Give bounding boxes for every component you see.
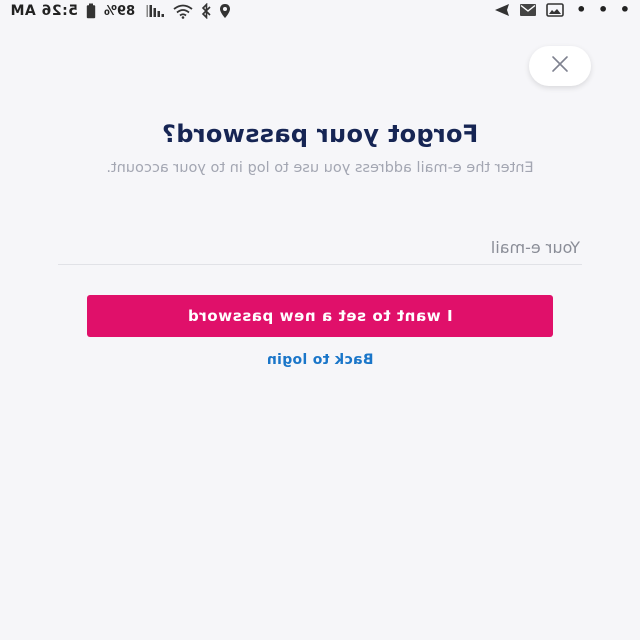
location-icon	[219, 3, 231, 19]
back-to-login-link[interactable]: Back to login	[0, 352, 640, 368]
page-title: Forgot your password?	[161, 120, 479, 148]
app-screen: • • • 89% 5:26 AM Forgot your password? …	[0, 0, 640, 640]
wifi-icon	[173, 4, 193, 19]
set-new-password-button[interactable]: I want to set a new password	[87, 295, 553, 337]
mail-icon	[519, 3, 537, 17]
page-subtitle: Enter the e-mail address you use to log …	[106, 160, 534, 176]
signal-icon	[143, 4, 165, 18]
battery-percent: 89%	[103, 3, 136, 19]
bluetooth-icon	[201, 3, 211, 19]
status-time: 5:26 AM	[10, 3, 78, 19]
battery-icon	[86, 3, 96, 19]
email-input[interactable]	[54, 232, 582, 262]
close-button[interactable]	[529, 46, 591, 86]
email-field[interactable]	[54, 232, 582, 265]
status-bar-left: • • •	[494, 0, 630, 19]
send-icon	[494, 3, 510, 17]
status-bar-right: 89% 5:26 AM	[10, 3, 231, 19]
overflow-dots: • • •	[573, 0, 630, 19]
status-bar: • • • 89% 5:26 AM	[0, 0, 640, 24]
photo-icon	[546, 3, 564, 17]
close-icon	[549, 53, 571, 79]
